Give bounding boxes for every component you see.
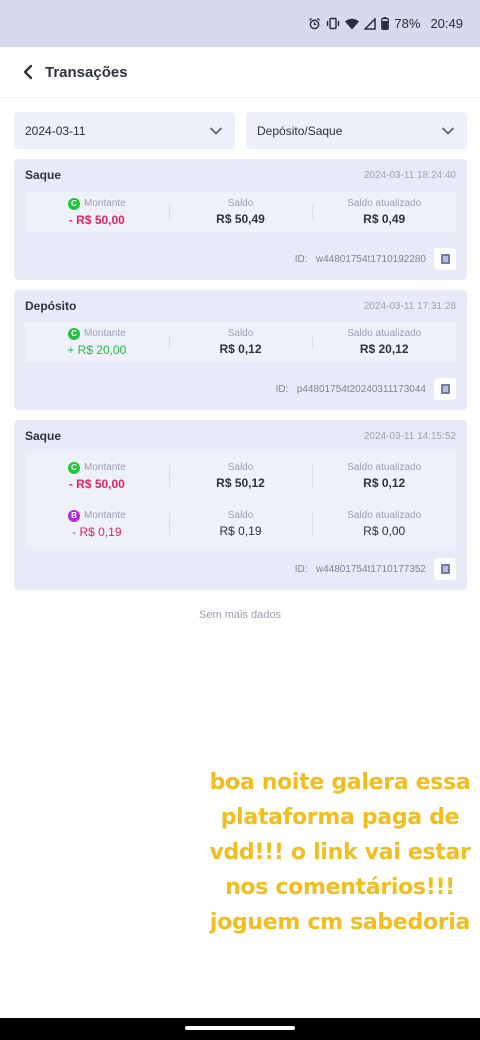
transaction-type: Saque: [25, 168, 62, 182]
updated-balance-value: R$ 0,00: [363, 524, 406, 538]
balance-label: Saldo: [227, 198, 254, 209]
copy-icon: [441, 384, 450, 394]
chevron-left-icon: [23, 64, 33, 80]
filter-bar: 2024-03-11 Depósito/Saque: [14, 112, 467, 149]
updated-balance-value: R$ 0,49: [363, 212, 406, 226]
balance-label: Saldo: [227, 462, 254, 473]
transaction-detail-row: C Montante - R$ 50,00 Saldo R$ 50,49 Sald…: [25, 192, 456, 232]
vibrate-icon: [326, 17, 340, 30]
transaction-datetime: 2024-03-11 18:24:40: [363, 169, 456, 181]
transaction-detail-row: C Montante - R$ 50,00 Saldo R$ 50,12 Sald…: [25, 452, 456, 548]
updated-balance-value: R$ 20,12: [359, 342, 409, 356]
transaction-card: Depósito 2024-03-11 17:31:28 C Montante +…: [14, 290, 467, 410]
system-nav-bar: [0, 1018, 480, 1040]
chevron-down-icon: [442, 127, 454, 134]
chevron-down-icon: [210, 127, 222, 134]
copy-icon: [441, 564, 450, 574]
no-more-data-text: Sem mais dados: [199, 609, 281, 621]
copy-id-button[interactable]: [434, 558, 456, 580]
caption-line: nos comentários!!!: [225, 875, 455, 900]
id-label: ID:: [294, 253, 308, 265]
copy-id-button[interactable]: [434, 248, 456, 270]
caption-line: boa noite galera essa: [209, 770, 471, 795]
balance-value: R$ 50,12: [216, 476, 265, 490]
caption-overlay: boa noite galera essa plataforma paga de…: [200, 765, 480, 940]
balance-value: R$ 0,19: [219, 524, 262, 538]
transaction-card: Saque 2024-03-11 14:15:52 C Montante - R$…: [14, 420, 467, 590]
type-filter-value: Depósito/Saque: [257, 123, 343, 138]
updated-balance-label: Saldo atualizado: [347, 328, 422, 339]
wallet-badge: C: [67, 461, 80, 474]
alarm-icon: [308, 17, 321, 30]
id-label: ID:: [275, 383, 289, 395]
amount-value: - R$ 0,19: [72, 524, 122, 539]
updated-balance-label: Saldo atualizado: [347, 198, 422, 209]
transaction-detail-row: C Montante + R$ 20,00 Saldo R$ 0,12 Saldo…: [25, 322, 456, 362]
updated-balance-label: Saldo atualizado: [347, 462, 422, 473]
transaction-datetime: 2024-03-11 14:15:52: [363, 430, 456, 442]
transaction-id-row: ID: w44801754t1710192280: [295, 248, 456, 270]
amount-label: Montante: [83, 198, 126, 209]
updated-balance-label: Saldo atualizado: [347, 510, 422, 521]
balance-value: R$ 50,49: [216, 212, 265, 226]
transaction-id: p44801754t20240311173044: [296, 383, 426, 395]
amount-value: + R$ 20,00: [67, 342, 127, 357]
back-button[interactable]: [8, 52, 48, 92]
amount-label: Montante: [83, 462, 126, 473]
transaction-type: Saque: [25, 429, 62, 443]
wallet-badge: C: [67, 197, 80, 210]
updated-balance-value: R$ 0,12: [363, 476, 406, 490]
transaction-datetime: 2024-03-11 17:31:28: [363, 300, 456, 312]
wallet-badge: C: [67, 327, 80, 340]
app-header: Transações: [0, 47, 480, 98]
home-indicator[interactable]: [185, 1026, 295, 1030]
wallet-badge: B: [67, 509, 80, 522]
caption-line: plataforma paga de: [220, 805, 460, 830]
amount-value: - R$ 50,00: [68, 212, 125, 227]
page-title: Transações: [45, 63, 128, 81]
battery-percent: 78%: [394, 16, 421, 31]
transaction-id-row: ID: w44801754t1710177352: [295, 558, 456, 580]
amount-label: Montante: [83, 510, 126, 521]
id-label: ID:: [294, 563, 308, 575]
transaction-id: w44801754t1710177352: [315, 563, 426, 575]
balance-value: R$ 0,12: [219, 342, 262, 356]
caption-line: joguem cm sabedoria: [209, 910, 471, 935]
date-filter-value: 2024-03-11: [25, 123, 86, 138]
date-filter-select[interactable]: 2024-03-11: [14, 112, 235, 149]
transaction-id-row: ID: p44801754t20240311173044: [276, 378, 456, 400]
balance-label: Saldo: [227, 510, 254, 521]
status-bar: 78% 20:49: [0, 0, 480, 47]
balance-label: Saldo: [227, 328, 254, 339]
transaction-type: Depósito: [25, 299, 77, 313]
copy-id-button[interactable]: [434, 378, 456, 400]
transaction-card: Saque 2024-03-11 18:24:40 C Montante - R$…: [14, 159, 467, 280]
copy-icon: [441, 254, 450, 264]
signal-icon: [364, 17, 377, 30]
amount-value: - R$ 50,00: [68, 476, 125, 491]
caption-line: vdd!!! o link vai estar: [209, 840, 471, 865]
transaction-id: w44801754t1710192280: [315, 253, 426, 265]
type-filter-select[interactable]: Depósito/Saque: [246, 112, 467, 149]
amount-label: Montante: [83, 328, 126, 339]
battery-icon: [381, 17, 390, 30]
clock: 20:49: [430, 16, 463, 31]
wifi-icon: [345, 18, 360, 30]
